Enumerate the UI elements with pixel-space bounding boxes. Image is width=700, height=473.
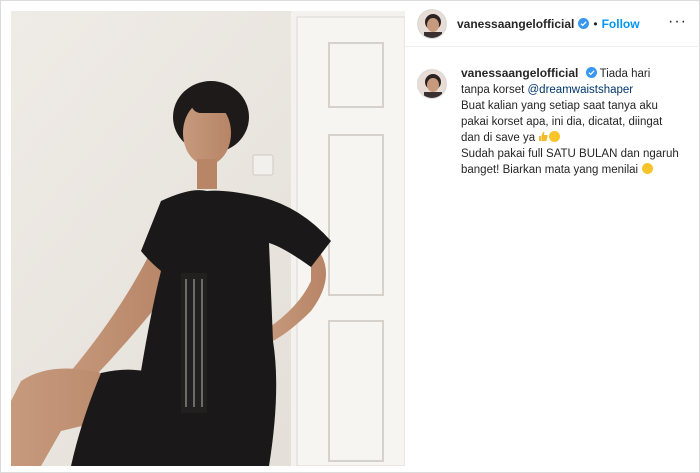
username-link[interactable]: vanessaangelofficial [457, 17, 574, 31]
laughing-emoji [642, 163, 654, 174]
thumbs-up-emoji [539, 131, 548, 141]
more-options-icon[interactable]: ··· [668, 14, 687, 30]
caption-text: vanessaangelofficial Tiada hari tanpa ko… [461, 65, 681, 178]
caption-avatar[interactable] [417, 69, 447, 99]
instagram-post-frame: vanessaangelofficial • Follow ··· vaness… [0, 0, 700, 473]
post-photo-image [11, 11, 405, 466]
mention-link[interactable]: @dreamwaistshaper [528, 84, 634, 96]
post-photo[interactable] [11, 11, 405, 466]
verified-badge-icon [578, 18, 590, 29]
grinning-emoji [549, 131, 561, 142]
verified-badge-icon [585, 67, 597, 78]
avatar[interactable] [417, 8, 447, 39]
avatar-image [418, 70, 446, 98]
follow-button[interactable]: Follow [602, 17, 640, 31]
caption-text-2: Buat kalian yang setiap saat tanya aku p… [461, 100, 663, 144]
post-side-panel: vanessaangelofficial • Follow ··· vaness… [405, 1, 700, 473]
post-header: vanessaangelofficial • Follow ··· [405, 1, 700, 47]
post-caption: vanessaangelofficial Tiada hari tanpa ko… [405, 65, 700, 178]
separator-dot: • [593, 16, 598, 31]
caption-line1: vanessaangelofficial Tiada hari tanpa ko… [461, 65, 681, 98]
caption-paragraph-3: Sudah pakai full SATU BULAN dan ngaruh b… [461, 146, 681, 178]
caption-paragraph-2: Buat kalian yang setiap saat tanya aku p… [461, 98, 681, 146]
caption-username-link[interactable]: vanessaangelofficial [461, 66, 578, 80]
avatar-image [418, 9, 446, 38]
